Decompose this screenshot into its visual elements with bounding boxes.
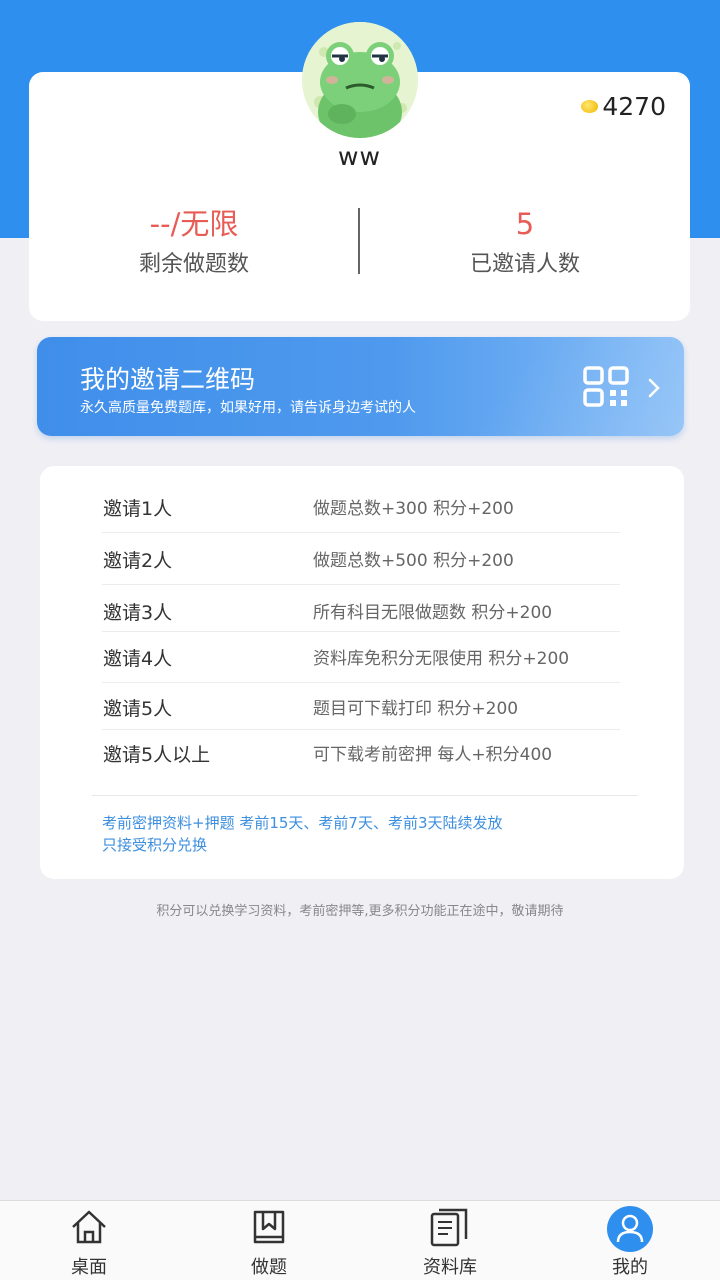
tab-label: 资料库 — [423, 1257, 477, 1278]
reward-condition: 邀请5人 — [103, 698, 173, 720]
reward-benefit: 所有科目无限做题数 积分+200 — [313, 603, 553, 623]
stat-label: 剩余做题数 — [138, 252, 249, 277]
tab-library[interactable]: 资料库 — [400, 1201, 500, 1280]
stat-value: --/无限 — [149, 207, 239, 241]
invited-count-stat: 5 已邀请人数 — [360, 204, 690, 278]
reward-benefit: 可下载考前密押 每人+积分400 — [313, 745, 553, 765]
coin-count: 4270 — [602, 92, 666, 121]
exam-secret-note: 考前密押资料+押题 考前15天、考前7天、考前3天陆续发放 只接受积分兑换 — [102, 812, 503, 856]
reward-row: 邀请1人 做题总数+300 积分+200 — [102, 494, 620, 533]
username: ww — [338, 142, 381, 171]
note-line: 只接受积分兑换 — [102, 836, 208, 854]
documents-icon — [430, 1208, 468, 1247]
bottom-tab-bar: 桌面 做题 资料库 我的 — [0, 1200, 720, 1280]
reward-row: 邀请3人 所有科目无限做题数 积分+200 — [102, 598, 620, 632]
qr-code-icon — [583, 366, 629, 407]
home-icon — [72, 1210, 106, 1244]
reward-row: 邀请4人 资料库免积分无限使用 积分+200 — [102, 644, 620, 683]
reward-condition: 邀请4人 — [103, 648, 173, 670]
tab-label: 做题 — [251, 1257, 287, 1278]
note-line: 考前密押资料+押题 考前15天、考前7天、考前3天陆续发放 — [102, 814, 503, 832]
divider — [92, 795, 638, 796]
coin-icon — [581, 100, 599, 113]
stat-label: 已邀请人数 — [469, 252, 580, 277]
qr-banner-subtitle: 永久高质量免费题库，如果好用，请告诉身边考试的人 — [80, 400, 416, 416]
reward-benefit: 做题总数+500 积分+200 — [313, 551, 514, 571]
reward-benefit: 资料库免积分无限使用 积分+200 — [313, 649, 570, 669]
coin-balance[interactable]: 4270 — [581, 92, 666, 121]
invite-qr-banner[interactable]: 我的邀请二维码 永久高质量免费题库，如果好用，请告诉身边考试的人 — [37, 337, 684, 436]
reward-condition: 邀请3人 — [103, 602, 173, 624]
chevron-right-icon — [648, 378, 660, 398]
remaining-questions-stat: --/无限 剩余做题数 — [29, 204, 359, 278]
reward-benefit: 做题总数+300 积分+200 — [313, 499, 514, 519]
reward-row: 邀请2人 做题总数+500 积分+200 — [102, 546, 620, 585]
tab-practice[interactable]: 做题 — [219, 1201, 319, 1280]
reward-row: 邀请5人以上 可下载考前密押 每人+积分400 — [102, 740, 620, 772]
tab-label: 我的 — [612, 1257, 648, 1278]
reward-row: 邀请5人 题目可下载打印 积分+200 — [102, 694, 620, 730]
invite-rewards-card: 邀请1人 做题总数+300 积分+200 邀请2人 做题总数+500 积分+20… — [40, 466, 684, 879]
reward-condition: 邀请5人以上 — [103, 744, 211, 766]
points-info-text: 积分可以兑换学习资料，考前密押等,更多积分功能正在途中，敬请期待 — [156, 904, 564, 919]
book-bookmark-icon — [253, 1210, 285, 1244]
reward-condition: 邀请2人 — [103, 550, 173, 572]
stat-value: 5 — [515, 207, 535, 241]
tab-mine[interactable]: 我的 — [580, 1201, 680, 1280]
reward-condition: 邀请1人 — [103, 498, 173, 520]
user-icon — [616, 1214, 644, 1243]
frog-avatar-image — [302, 22, 418, 138]
avatar[interactable] — [302, 22, 418, 138]
tab-label: 桌面 — [71, 1257, 107, 1278]
tab-desktop[interactable]: 桌面 — [39, 1201, 139, 1280]
reward-benefit: 题目可下载打印 积分+200 — [313, 699, 519, 719]
qr-banner-title: 我的邀请二维码 — [80, 365, 256, 394]
